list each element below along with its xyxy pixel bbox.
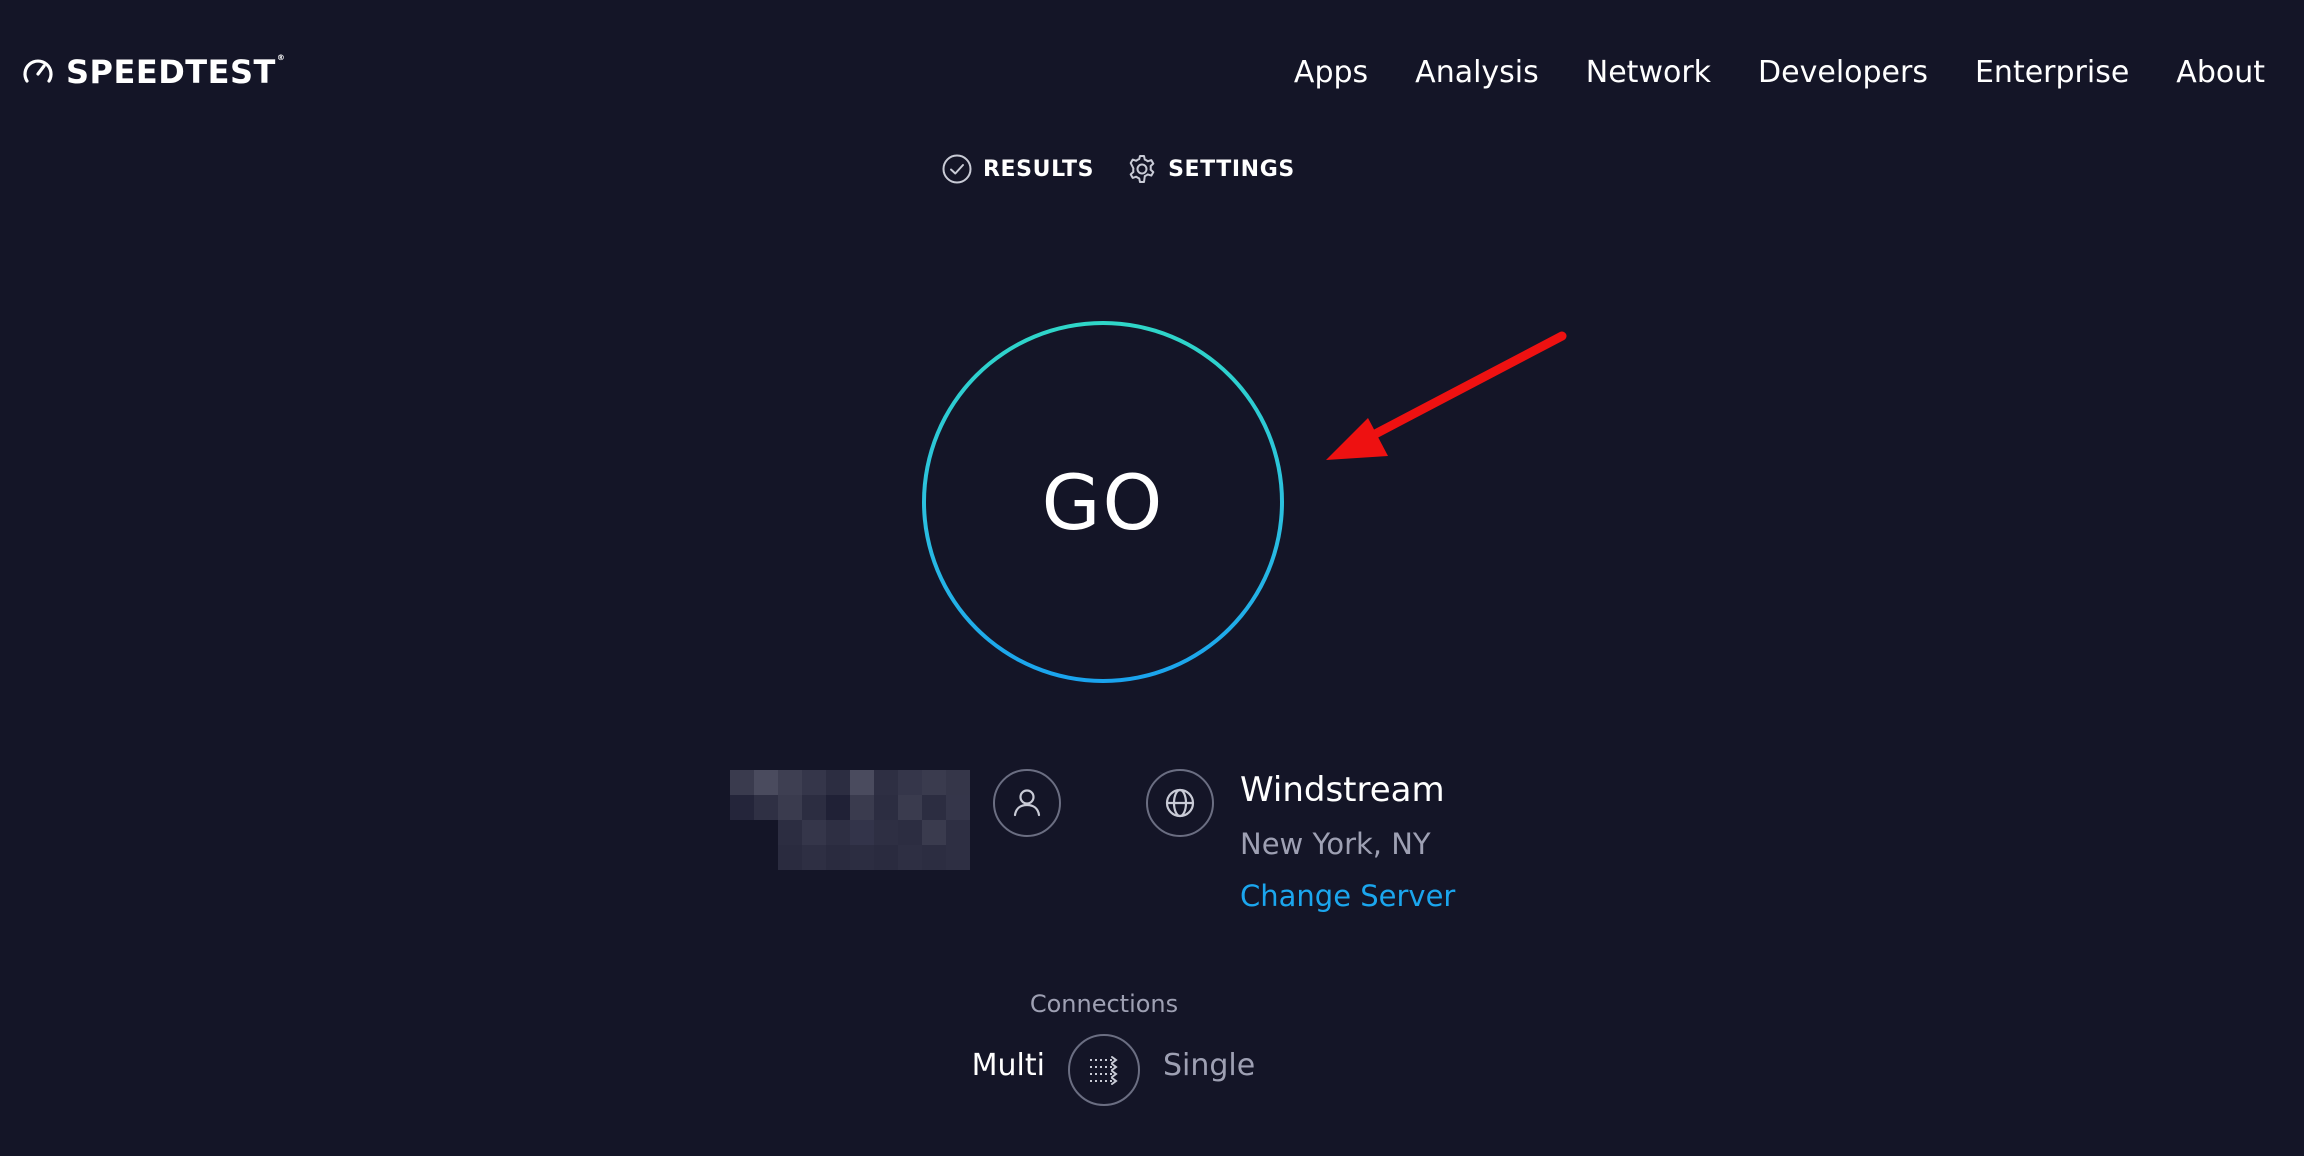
connections-toggle-row: Multi Single [0, 1034, 2208, 1108]
logo-wordmark: SPEEDTEST® [66, 53, 286, 91]
connections-toggle[interactable] [1068, 1034, 1140, 1106]
nav-analysis[interactable]: Analysis [1415, 55, 1539, 90]
gear-icon [1129, 155, 1155, 183]
nav-network[interactable]: Network [1586, 55, 1711, 90]
person-glyph [1013, 789, 1041, 817]
trademark-mark: ® [276, 53, 286, 62]
connections-label: Connections [1029, 990, 1179, 1018]
annotation-arrow-icon [1326, 331, 1567, 460]
speedometer-icon [23, 59, 53, 83]
settings-link[interactable]: SETTINGS [1126, 153, 1295, 185]
speedtest-logo[interactable]: SPEEDTEST® [20, 52, 285, 92]
speedtest-page: SPEEDTEST® Apps Analysis Network Develop… [0, 0, 2304, 1156]
user-icon [993, 769, 1061, 837]
globe-glyph [1165, 788, 1195, 818]
nav-apps[interactable]: Apps [1294, 55, 1368, 90]
connections-multi-option[interactable]: Multi [972, 1048, 1045, 1083]
server-location: New York, NY [1240, 827, 1431, 861]
server-info: Windstream New York, NY Change Server [1240, 762, 1455, 922]
results-label: RESULTS [983, 156, 1095, 182]
globe-icon [1146, 769, 1214, 837]
settings-label: SETTINGS [1168, 156, 1295, 182]
change-server-link[interactable]: Change Server [1240, 870, 1455, 922]
checkmark-circle-icon [942, 154, 972, 184]
connections-single-option[interactable]: Single [1163, 1048, 1255, 1083]
top-navigation: Apps Analysis Network Developers Enterpr… [1294, 52, 2265, 92]
go-label: GO [1041, 457, 1165, 547]
sub-navigation: RESULTS SETTINGS [941, 150, 1295, 188]
go-button[interactable]: GO [922, 321, 1284, 683]
nav-about[interactable]: About [2176, 55, 2265, 90]
server-name: Windstream [1240, 770, 1445, 810]
results-link[interactable]: RESULTS [941, 153, 1094, 185]
go-button-face[interactable]: GO [926, 325, 1280, 679]
nav-enterprise[interactable]: Enterprise [1975, 55, 2129, 90]
nav-developers[interactable]: Developers [1758, 55, 1928, 90]
isp-name-redacted [730, 770, 972, 870]
multi-connections-icon [1090, 1056, 1118, 1085]
